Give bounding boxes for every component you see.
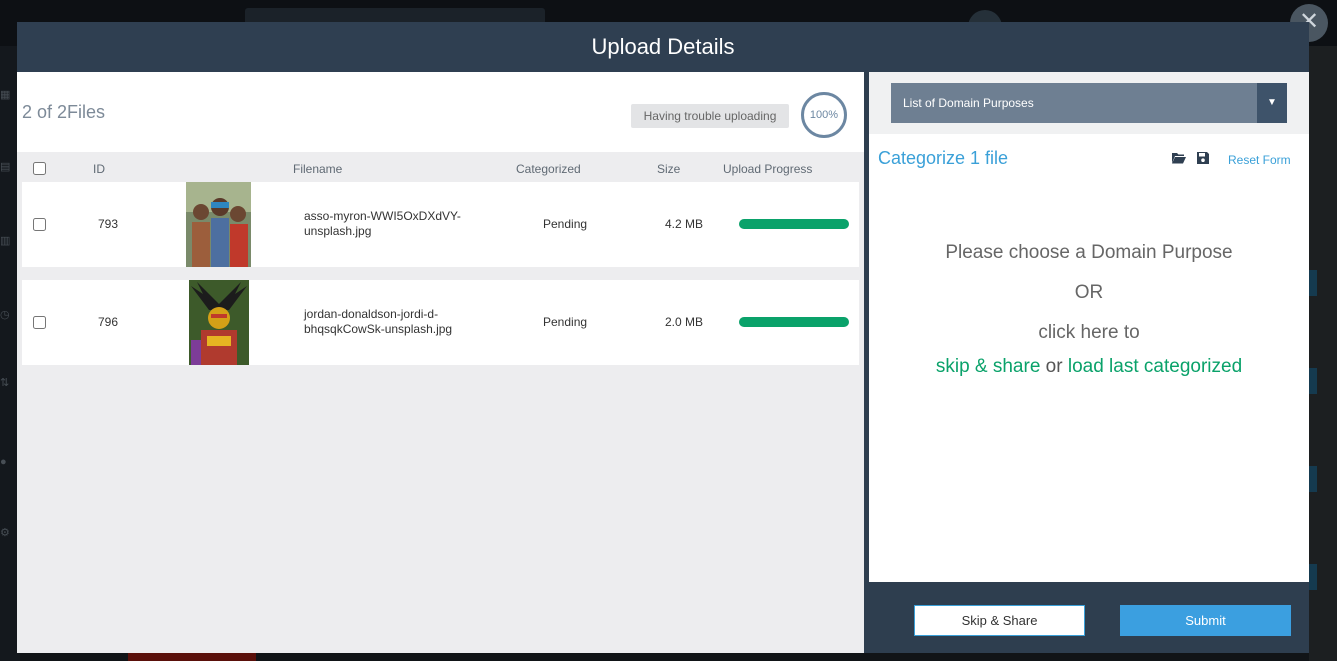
modal-header: Upload Details [17, 22, 1309, 72]
domain-select-bar: List of Domain Purposes ▼ [869, 72, 1309, 134]
column-header-upload-progress: Upload Progress [723, 162, 813, 176]
file-thumbnail [186, 182, 251, 267]
folder-open-icon[interactable] [1172, 152, 1186, 164]
row-checkbox[interactable] [33, 218, 46, 231]
click-here-message: click here to [1038, 322, 1140, 343]
row-checkbox[interactable] [33, 316, 46, 329]
column-header-filename: Filename [293, 162, 343, 176]
row-id: 793 [98, 217, 119, 231]
action-links: skip & share or load last categorized [869, 356, 1309, 378]
row-upload-progress-fill [739, 317, 849, 327]
row-size: 2.0 MB [665, 315, 704, 329]
submit-button[interactable]: Submit [1120, 605, 1291, 636]
choose-domain-message: Please choose a Domain Purpose [945, 242, 1233, 263]
save-icon[interactable] [1197, 152, 1209, 164]
row-upload-progress-bar [739, 219, 849, 229]
links-joiner: or [1045, 356, 1063, 377]
select-all-checkbox[interactable] [33, 162, 46, 175]
categorize-panel: List of Domain Purposes ▼ Categorize 1 f… [869, 72, 1309, 582]
domain-purpose-select-label: List of Domain Purposes [903, 96, 1034, 110]
overall-progress-ring: 100% [801, 92, 847, 138]
file-thumbnail [189, 280, 249, 365]
row-filename: asso-myron-WWI5OxDXdVY-unsplash.jpg [304, 209, 461, 238]
load-last-categorized-link[interactable]: load last categorized [1068, 356, 1242, 377]
skip-share-link[interactable]: skip & share [936, 356, 1041, 377]
file-list-toolbar: 2 of 2Files Having trouble uploading 100… [17, 72, 864, 152]
table-header: ID Filename Categorized Size Upload Prog… [22, 158, 859, 182]
categorize-title: Categorize 1 file [878, 148, 1009, 168]
table-row[interactable]: 796 jordan-donaldson-jordi-d-bhqsqkCowSk… [22, 280, 859, 365]
domain-purpose-select[interactable]: List of Domain Purposes ▼ [891, 83, 1287, 123]
row-size: 4.2 MB [665, 217, 704, 231]
row-filename: jordan-donaldson-jordi-d-bhqsqkCowSk-uns… [304, 307, 453, 336]
row-upload-progress-fill [739, 219, 849, 229]
row-id: 796 [98, 315, 119, 329]
row-upload-progress-bar [739, 317, 849, 327]
column-header-id: ID [93, 162, 105, 176]
column-header-size: Size [657, 162, 681, 176]
file-list-panel: 2 of 2Files Having trouble uploading 100… [17, 72, 864, 653]
table-row[interactable]: 793 asso-myron-WWI5OxDXdVY-unsplash.jpg … [22, 182, 859, 267]
row-categorized-status: Pending [543, 217, 588, 231]
skip-share-button[interactable]: Skip & Share [914, 605, 1085, 636]
row-categorized-status: Pending [543, 315, 588, 329]
upload-details-modal: Upload Details 2 of 2Files Having troubl… [17, 22, 1309, 653]
or-separator: OR [1074, 282, 1104, 303]
column-header-categorized: Categorized [516, 162, 581, 176]
file-count: 2 of 2Files [22, 102, 106, 122]
reset-form-link[interactable]: Reset Form [1228, 153, 1291, 167]
caret-down-icon[interactable]: ▼ [1257, 83, 1287, 123]
modal-title: Upload Details [591, 34, 735, 59]
having-trouble-button[interactable]: Having trouble uploading [631, 104, 789, 128]
modal-footer: Skip & Share Submit [869, 582, 1309, 653]
